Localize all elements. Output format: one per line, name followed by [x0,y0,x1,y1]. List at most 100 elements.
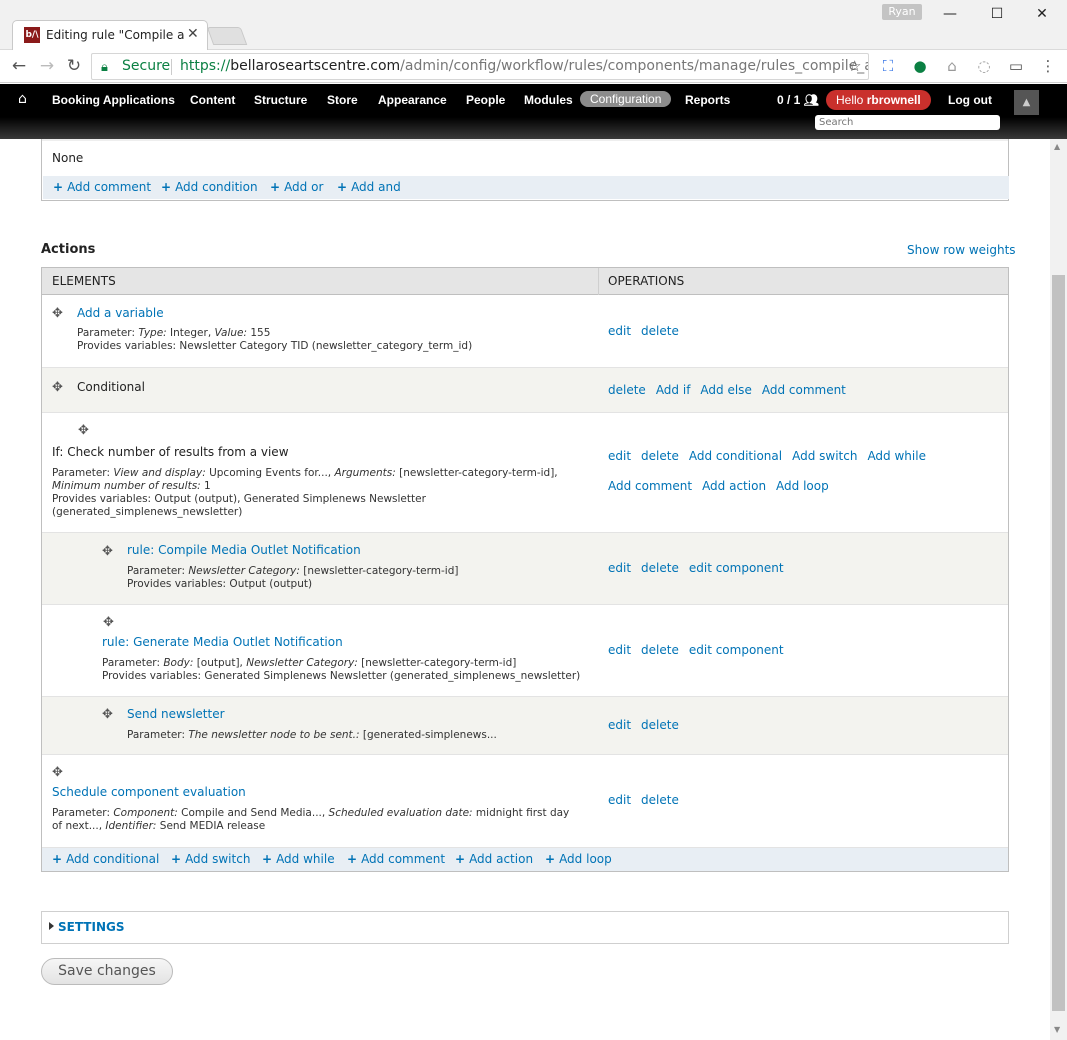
address-bar[interactable]: 🔒︎ Secure https://bellaroseartscentre.co… [91,53,869,80]
reload-icon[interactable]: ↻ [63,56,85,76]
menu-content[interactable]: Content [190,93,235,107]
drag-handle-icon[interactable]: ✥ [102,707,113,722]
menu-structure[interactable]: Structure [254,93,307,107]
scrollbar-thumb[interactable] [1052,275,1065,1011]
settings-fieldset[interactable]: SETTINGS [41,911,1009,944]
delete-link[interactable]: delete [608,383,646,397]
forward-icon[interactable]: → [36,56,58,76]
delete-link[interactable]: delete [641,561,679,575]
shortcut-toggle-icon[interactable]: ▲ [1014,90,1039,115]
add-and-link[interactable]: + Add and [337,180,401,194]
drag-handle-icon[interactable]: ✥ [52,765,63,780]
add-loop-link[interactable]: Add loop [776,479,829,493]
close-window-icon[interactable]: ✕ [1022,6,1062,22]
menu-icon[interactable]: ⋮ [1038,57,1058,75]
element-title-link[interactable]: rule: Generate Media Outlet Notification [102,635,343,649]
users-online-count[interactable]: 0 / 1 👥︎ [777,93,819,107]
add-if-link[interactable]: Add if [656,383,691,397]
add-loop-link[interactable]: + Add loop [545,852,612,866]
profile-badge[interactable]: Ryan [882,4,922,20]
plus-icon: + [171,852,182,866]
delete-link[interactable]: delete [641,449,679,463]
show-row-weights-link[interactable]: Show row weights [907,243,1016,257]
table-row: ✥ Conditional delete Add if Add else Add co… [42,368,1008,413]
add-switch-link[interactable]: Add switch [792,449,857,463]
tab-close-icon[interactable]: ✕ [187,26,199,42]
cast-icon[interactable]: ▭ [1006,57,1026,75]
menu-store[interactable]: Store [327,93,358,107]
menu-people[interactable]: People [466,93,505,107]
edit-link[interactable]: edit [608,793,631,807]
save-changes-button[interactable]: Save changes [41,958,173,985]
menu-reports[interactable]: Reports [685,93,730,107]
drag-handle-icon[interactable]: ✥ [102,544,113,559]
browser-titlebar: b/\ Editing rule "Compile and Send Media… [0,0,1067,50]
menu-configuration[interactable]: Configuration [580,91,672,107]
url-scheme: https:// [180,58,231,74]
add-while-link[interactable]: Add while [867,449,926,463]
table-row: ✥ rule: Compile Media Outlet Notificatio… [42,533,1008,605]
add-switch-link[interactable]: + Add switch [171,852,250,866]
edit-link[interactable]: edit [608,718,631,732]
param-value: [generated-simplenews... [359,729,497,741]
star-icon[interactable]: ☆ [848,54,861,79]
operations: edit delete [608,718,689,732]
drag-handle-icon[interactable]: ✥ [52,380,63,395]
drag-handle-icon[interactable]: ✥ [52,306,63,321]
element-description: Parameter: Component: Compile and Send M… [52,807,569,833]
add-action-link[interactable]: + Add action [455,852,533,866]
add-or-link[interactable]: + Add or [270,180,323,194]
back-icon[interactable]: ← [8,56,30,76]
edit-link[interactable]: edit [608,324,631,338]
param-value: [output], [193,657,247,669]
add-comment-link[interactable]: Add comment [762,383,846,397]
element-title-link[interactable]: Add a variable [77,306,164,320]
delete-link[interactable]: delete [641,324,679,338]
add-condition-link[interactable]: + Add condition [161,180,258,194]
delete-link[interactable]: delete [641,793,679,807]
maximize-icon[interactable]: ☐ [977,6,1017,22]
delete-link[interactable]: delete [641,643,679,657]
screenshot-extension-icon[interactable]: ⛶ [878,57,898,75]
element-title-link[interactable]: rule: Compile Media Outlet Notification [127,543,361,557]
edit-link[interactable]: edit [608,561,631,575]
edit-component-link[interactable]: edit component [689,643,784,657]
browser-tab[interactable]: b/\ Editing rule "Compile and Send Media… [12,20,208,50]
menu-appearance[interactable]: Appearance [378,93,447,107]
element-title-link[interactable]: Send newsletter [127,707,225,721]
element-title-link[interactable]: Schedule component evaluation [52,785,246,799]
param-key: Minimum number of results: [52,480,201,492]
page-scrollbar[interactable]: ▲ ▼ [1050,139,1067,1040]
add-conditional-link[interactable]: Add conditional [689,449,782,463]
scroll-down-icon[interactable]: ▼ [1054,1025,1060,1034]
add-while-link[interactable]: + Add while [262,852,335,866]
param-value: Integer, [166,327,215,339]
admin-search-input[interactable] [815,115,1000,130]
add-comment-link[interactable]: + Add comment [347,852,445,866]
extension-green-icon[interactable]: ● [910,57,930,75]
drag-handle-icon[interactable]: ✥ [103,615,114,630]
edit-component-link[interactable]: edit component [689,561,784,575]
delete-link[interactable]: delete [641,718,679,732]
add-action-link[interactable]: Add action [702,479,766,493]
pdf-extension-icon[interactable]: ⌂ [942,57,962,75]
menu-modules[interactable]: Modules [524,93,573,107]
add-else-link[interactable]: Add else [700,383,751,397]
scroll-up-icon[interactable]: ▲ [1054,142,1060,151]
provides-text: Provides variables: Generated Simplenews… [102,670,581,682]
edit-link[interactable]: edit [608,449,631,463]
home-icon[interactable]: ⌂ [18,91,27,107]
operations: edit delete edit component [608,643,794,657]
code-extension-icon[interactable]: ◌ [974,57,994,75]
menu-booking-applications[interactable]: Booking Applications [52,93,175,107]
add-comment-link[interactable]: + Add comment [53,180,151,194]
hello-user-badge[interactable]: Hello rbrownell [826,90,931,110]
settings-label: SETTINGS [58,920,125,934]
minimize-icon[interactable]: — [930,6,970,22]
add-conditional-link[interactable]: + Add conditional [52,852,159,866]
new-tab-button[interactable] [206,27,248,45]
edit-link[interactable]: edit [608,643,631,657]
add-comment-link[interactable]: Add comment [608,479,692,493]
logout-link[interactable]: Log out [948,93,992,107]
drag-handle-icon[interactable]: ✥ [78,423,89,438]
